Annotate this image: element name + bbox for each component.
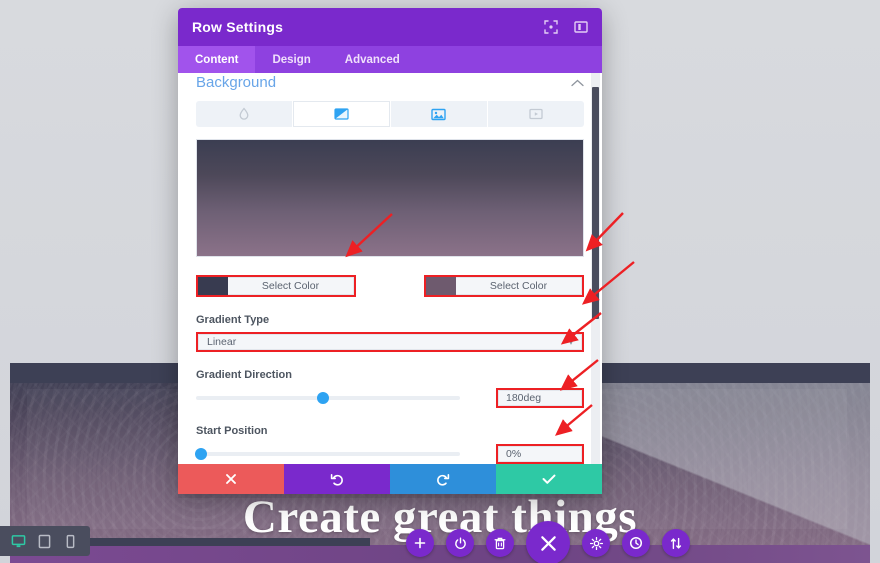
tablet-view-toggle[interactable] xyxy=(32,529,56,553)
gradient-preview xyxy=(196,139,584,257)
modal-body: Background Select Color Select Color Gra… xyxy=(178,73,602,464)
redo-button[interactable] xyxy=(390,464,496,494)
fullscreen-icon[interactable] xyxy=(544,20,558,34)
delete-button[interactable] xyxy=(486,529,514,557)
builder-floating-toolbar xyxy=(406,521,690,563)
background-color-tab[interactable] xyxy=(196,101,294,127)
image-icon xyxy=(431,108,446,120)
start-position-row: Start Position 0% xyxy=(195,425,584,464)
close-icon xyxy=(540,535,556,551)
chevron-up-icon[interactable] xyxy=(571,76,584,90)
tab-design[interactable]: Design xyxy=(255,46,327,73)
gradient-icon xyxy=(334,108,349,120)
phone-view-toggle[interactable] xyxy=(58,529,82,553)
settings-scroll-content: Background Select Color Select Color Gra… xyxy=(178,73,602,464)
background-video-tab[interactable] xyxy=(488,101,584,127)
background-section-header[interactable]: Background xyxy=(196,73,584,101)
gradient-end-select-color-label[interactable]: Select Color xyxy=(456,277,582,295)
slider-thumb[interactable] xyxy=(316,392,329,404)
power-button[interactable] xyxy=(446,529,474,557)
gradient-type-label: Gradient Type xyxy=(196,314,270,326)
modal-header-actions xyxy=(544,20,588,34)
slider-thumb[interactable] xyxy=(195,448,208,460)
gradient-start-color[interactable]: Select Color xyxy=(196,275,356,297)
close-icon xyxy=(226,474,236,484)
gradient-start-select-color-label[interactable]: Select Color xyxy=(228,277,354,295)
tab-content[interactable]: Content xyxy=(178,46,256,73)
modal-header: Row Settings xyxy=(178,8,602,46)
modal-footer xyxy=(178,464,602,494)
trash-icon xyxy=(494,537,506,549)
phone-icon xyxy=(66,534,74,548)
add-button[interactable] xyxy=(406,529,434,557)
save-button[interactable] xyxy=(496,464,602,494)
gradient-type-value: Linear xyxy=(207,336,237,348)
gradient-end-color[interactable]: Select Color xyxy=(424,275,584,297)
panel-layout-icon[interactable] xyxy=(574,20,588,34)
background-type-tabs xyxy=(196,101,584,127)
gradient-color-row: Select Color Select Color xyxy=(196,275,584,297)
power-icon xyxy=(454,537,466,549)
check-icon xyxy=(542,474,556,484)
background-image-tab[interactable] xyxy=(391,101,488,127)
background-section-title: Background xyxy=(196,74,277,91)
gradient-direction-row: Gradient Direction 180deg xyxy=(196,369,584,408)
close-builder-button[interactable] xyxy=(526,521,570,563)
gradient-direction-label: Gradient Direction xyxy=(196,369,292,381)
slider-track xyxy=(196,452,460,456)
reorder-button[interactable] xyxy=(662,529,690,557)
modal-tabs: Content Design Advanced xyxy=(178,46,602,73)
clock-icon xyxy=(629,536,643,550)
gradient-type-select-box[interactable]: Linear ▾ xyxy=(198,334,582,350)
chevron-down-icon: ▾ xyxy=(568,337,573,347)
gear-icon xyxy=(589,536,603,550)
responsive-view-toggles xyxy=(0,526,90,556)
gradient-direction-slider[interactable] xyxy=(196,391,460,405)
gradient-direction-value[interactable]: 180deg xyxy=(498,390,582,406)
gradient-type-select[interactable]: Linear ▾ xyxy=(196,332,584,352)
row-settings-modal: Row Settings Content Design Advanced Bac… xyxy=(178,8,602,494)
video-icon xyxy=(529,108,543,120)
history-button[interactable] xyxy=(622,529,650,557)
sort-arrows-icon xyxy=(670,537,682,549)
undo-icon xyxy=(330,474,343,486)
plus-icon xyxy=(414,537,426,549)
screen-root: Create great things Row Settings Content… xyxy=(0,0,880,563)
start-position-slider[interactable] xyxy=(195,447,460,461)
settings-button[interactable] xyxy=(582,529,610,557)
gradient-start-swatch[interactable] xyxy=(198,277,228,295)
modal-title: Row Settings xyxy=(192,19,284,35)
gradient-direction-input[interactable]: 180deg xyxy=(496,388,584,408)
cancel-button[interactable] xyxy=(178,464,284,494)
tablet-icon xyxy=(38,534,50,548)
redo-icon xyxy=(437,474,450,486)
modal-shadow-strip xyxy=(178,494,602,498)
start-position-label: Start Position xyxy=(196,425,268,437)
gradient-end-swatch[interactable] xyxy=(426,277,456,295)
start-position-value[interactable]: 0% xyxy=(498,446,582,462)
desktop-view-toggle[interactable] xyxy=(6,529,30,553)
tab-advanced[interactable]: Advanced xyxy=(328,46,417,73)
background-gradient-tab[interactable] xyxy=(293,101,391,127)
settings-scrollbar-thumb[interactable] xyxy=(592,87,599,319)
desktop-icon xyxy=(11,534,25,547)
paint-drop-icon xyxy=(239,107,249,120)
undo-button[interactable] xyxy=(284,464,390,494)
start-position-input[interactable]: 0% xyxy=(496,444,584,464)
